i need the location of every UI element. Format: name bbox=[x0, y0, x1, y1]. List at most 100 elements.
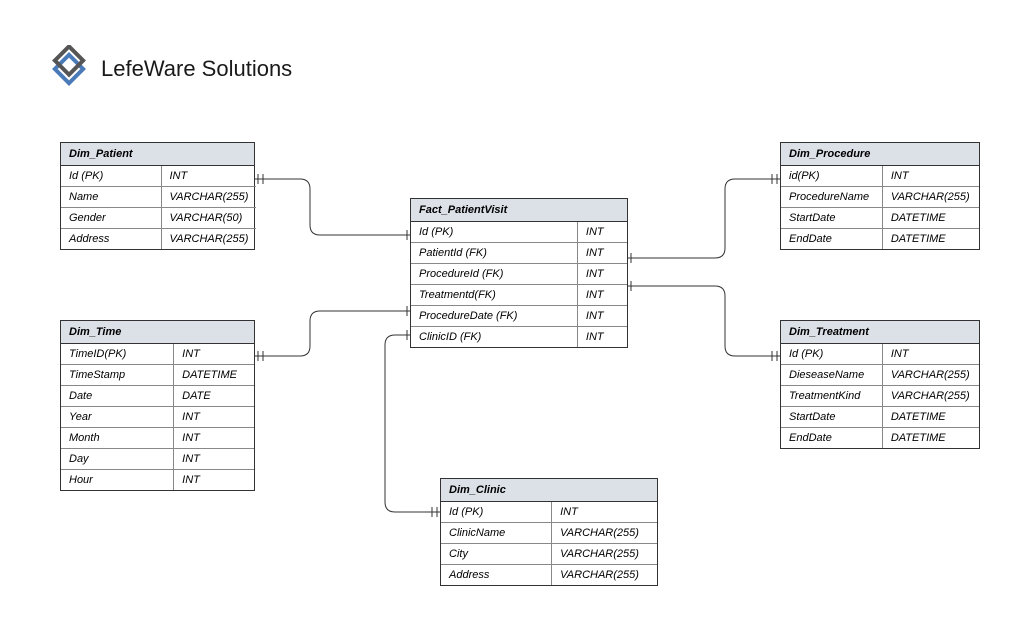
column-type: INT bbox=[577, 243, 627, 264]
column-name: Id (PK) bbox=[781, 344, 882, 365]
column-type: VARCHAR(255) bbox=[552, 565, 657, 586]
column-type: INT bbox=[174, 449, 254, 470]
column-type: INT bbox=[577, 327, 627, 348]
table-row: PatientId (FK)INT bbox=[411, 243, 627, 264]
table-row: Id (PK)INT bbox=[411, 222, 627, 243]
table-body: Id (PK)INTClinicNameVARCHAR(255)CityVARC… bbox=[441, 502, 657, 585]
table-body: id(PK)INTProcedureNameVARCHAR(255)StartD… bbox=[781, 166, 979, 249]
table-row: AddressVARCHAR(255) bbox=[61, 229, 256, 250]
column-type: DATETIME bbox=[882, 229, 979, 250]
column-name: Month bbox=[61, 428, 174, 449]
column-name: TimeStamp bbox=[61, 365, 174, 386]
column-type: VARCHAR(255) bbox=[161, 229, 256, 250]
table-row: YearINT bbox=[61, 407, 254, 428]
column-name: Treatmentd(FK) bbox=[411, 285, 577, 306]
column-name: Day bbox=[61, 449, 174, 470]
column-type: VARCHAR(255) bbox=[882, 365, 979, 386]
table-fact-patient-visit: Fact_PatientVisit Id (PK)INTPatientId (F… bbox=[410, 198, 628, 348]
column-name: Id (PK) bbox=[411, 222, 577, 243]
column-type: INT bbox=[882, 166, 979, 187]
column-type: VARCHAR(255) bbox=[161, 187, 256, 208]
column-type: INT bbox=[577, 285, 627, 306]
table-row: DateDATE bbox=[61, 386, 254, 407]
table-row: TimeID(PK)INT bbox=[61, 344, 254, 365]
table-row: EndDateDATETIME bbox=[781, 428, 979, 449]
column-type: INT bbox=[174, 428, 254, 449]
column-name: ClinicName bbox=[441, 523, 552, 544]
column-name: PatientId (FK) bbox=[411, 243, 577, 264]
column-name: EndDate bbox=[781, 229, 882, 250]
table-row: Id (PK)INT bbox=[441, 502, 657, 523]
column-name: City bbox=[441, 544, 552, 565]
column-type: INT bbox=[882, 344, 979, 365]
table-title: Dim_Patient bbox=[61, 143, 254, 166]
column-name: Address bbox=[61, 229, 161, 250]
column-name: TimeID(PK) bbox=[61, 344, 174, 365]
table-row: StartDateDATETIME bbox=[781, 407, 979, 428]
table-row: TreatmentKindVARCHAR(255) bbox=[781, 386, 979, 407]
table-row: DieseaseNameVARCHAR(255) bbox=[781, 365, 979, 386]
column-name: DieseaseName bbox=[781, 365, 882, 386]
table-row: HourINT bbox=[61, 470, 254, 491]
table-dim-time: Dim_Time TimeID(PK)INTTimeStampDATETIMED… bbox=[60, 320, 255, 491]
table-body: Id (PK)INTDieseaseNameVARCHAR(255)Treatm… bbox=[781, 344, 979, 448]
table-row: ProcedureDate (FK)INT bbox=[411, 306, 627, 327]
column-name: TreatmentKind bbox=[781, 386, 882, 407]
column-type: INT bbox=[174, 344, 254, 365]
column-name: Id (PK) bbox=[61, 166, 161, 187]
column-name: Date bbox=[61, 386, 174, 407]
table-row: CityVARCHAR(255) bbox=[441, 544, 657, 565]
table-row: ClinicNameVARCHAR(255) bbox=[441, 523, 657, 544]
table-dim-procedure: Dim_Procedure id(PK)INTProcedureNameVARC… bbox=[780, 142, 980, 250]
table-row: id(PK)INT bbox=[781, 166, 979, 187]
table-row: NameVARCHAR(255) bbox=[61, 187, 256, 208]
column-type: INT bbox=[577, 306, 627, 327]
column-type: DATETIME bbox=[882, 428, 979, 449]
column-type: INT bbox=[161, 166, 256, 187]
column-type: DATETIME bbox=[174, 365, 254, 386]
table-row: Treatmentd(FK)INT bbox=[411, 285, 627, 306]
column-type: INT bbox=[577, 222, 627, 243]
table-row: Id (PK)INT bbox=[781, 344, 979, 365]
column-name: ClinicID (FK) bbox=[411, 327, 577, 348]
column-name: Name bbox=[61, 187, 161, 208]
table-row: ClinicID (FK)INT bbox=[411, 327, 627, 348]
column-type: VARCHAR(255) bbox=[552, 523, 657, 544]
column-name: Hour bbox=[61, 470, 174, 491]
column-name: StartDate bbox=[781, 208, 882, 229]
column-name: ProcedureId (FK) bbox=[411, 264, 577, 285]
column-name: StartDate bbox=[781, 407, 882, 428]
table-row: StartDateDATETIME bbox=[781, 208, 979, 229]
table-row: TimeStampDATETIME bbox=[61, 365, 254, 386]
column-type: INT bbox=[577, 264, 627, 285]
table-row: GenderVARCHAR(50) bbox=[61, 208, 256, 229]
column-name: ProcedureName bbox=[781, 187, 882, 208]
column-name: Address bbox=[441, 565, 552, 586]
column-type: INT bbox=[174, 470, 254, 491]
table-dim-patient: Dim_Patient Id (PK)INTNameVARCHAR(255)Ge… bbox=[60, 142, 255, 250]
table-body: Id (PK)INTNameVARCHAR(255)GenderVARCHAR(… bbox=[61, 166, 256, 249]
column-type: VARCHAR(50) bbox=[161, 208, 256, 229]
column-name: Id (PK) bbox=[441, 502, 552, 523]
column-name: ProcedureDate (FK) bbox=[411, 306, 577, 327]
column-name: Gender bbox=[61, 208, 161, 229]
table-title: Dim_Clinic bbox=[441, 479, 657, 502]
table-row: ProcedureNameVARCHAR(255) bbox=[781, 187, 979, 208]
table-row: EndDateDATETIME bbox=[781, 229, 979, 250]
table-row: AddressVARCHAR(255) bbox=[441, 565, 657, 586]
table-row: DayINT bbox=[61, 449, 254, 470]
column-type: VARCHAR(255) bbox=[552, 544, 657, 565]
column-type: VARCHAR(255) bbox=[882, 386, 979, 407]
column-name: EndDate bbox=[781, 428, 882, 449]
table-row: Id (PK)INT bbox=[61, 166, 256, 187]
column-type: INT bbox=[552, 502, 657, 523]
table-body: TimeID(PK)INTTimeStampDATETIMEDateDATEYe… bbox=[61, 344, 254, 490]
column-type: VARCHAR(255) bbox=[882, 187, 979, 208]
column-name: id(PK) bbox=[781, 166, 882, 187]
table-dim-treatment: Dim_Treatment Id (PK)INTDieseaseNameVARC… bbox=[780, 320, 980, 449]
table-row: MonthINT bbox=[61, 428, 254, 449]
table-row: ProcedureId (FK)INT bbox=[411, 264, 627, 285]
diagram-canvas: Dim_Patient Id (PK)INTNameVARCHAR(255)Ge… bbox=[0, 0, 1024, 638]
table-body: Id (PK)INTPatientId (FK)INTProcedureId (… bbox=[411, 222, 627, 347]
table-dim-clinic: Dim_Clinic Id (PK)INTClinicNameVARCHAR(2… bbox=[440, 478, 658, 586]
